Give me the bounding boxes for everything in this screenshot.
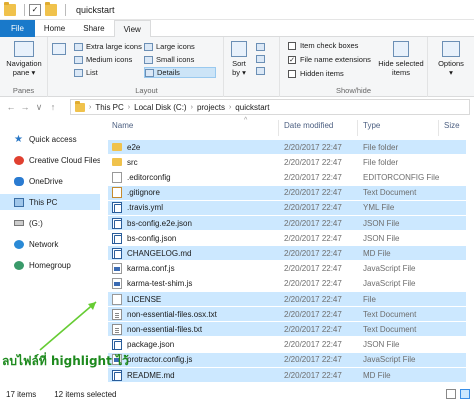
annotation-text: ลบไฟล์ที่ highlight ไว้ (2, 354, 129, 368)
annotation-arrow (39, 301, 97, 351)
arrow-line (39, 301, 97, 351)
